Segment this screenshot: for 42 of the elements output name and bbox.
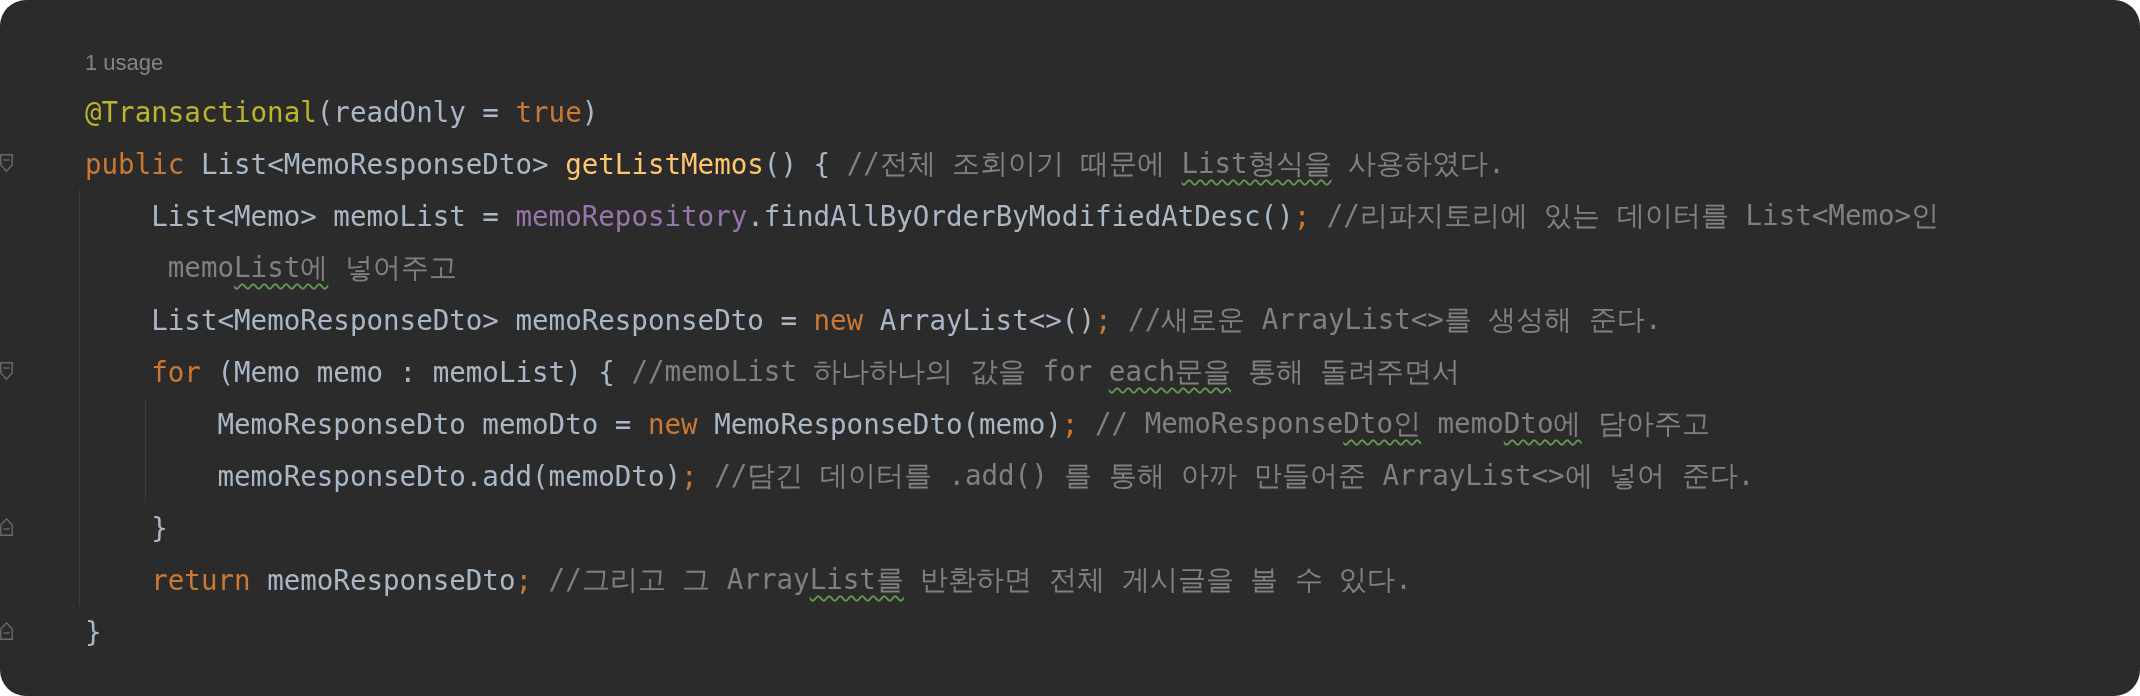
code-text: memoResponseDto <box>266 564 516 596</box>
code-comment: //새로운 ArrayList<>를 생성해 준다. <box>1127 302 1662 337</box>
usage-hint[interactable]: 1 usage <box>85 50 164 76</box>
code-text: .findAllByOrderByModifiedAtDesc() <box>747 200 1294 232</box>
keyword-text: return <box>151 564 251 596</box>
fold-marker-icon[interactable] <box>0 518 13 536</box>
code-text: (Memo memo : memoList) { <box>216 356 616 388</box>
keyword-text: for <box>151 356 201 388</box>
semicolon: ; <box>515 564 533 596</box>
code-comment: //전체 조회이기 때문에 List형식을 사용하였다. <box>846 146 1505 181</box>
annotation-text: @Transactional <box>85 96 317 128</box>
semicolon: ; <box>1061 408 1079 440</box>
semicolon: ; <box>1293 200 1311 232</box>
code-text: ) <box>581 96 599 128</box>
code-text: MemoResponseDto(memo) <box>713 408 1062 440</box>
code-text: MemoResponseDto memoDto = <box>217 408 633 440</box>
code-comment: //그리고 그 ArrayList를 반환하면 전체 게시글을 볼 수 있다. <box>547 562 1412 597</box>
keyword-text: new <box>647 408 698 440</box>
code-text: List<MemoResponseDto> <box>199 148 550 180</box>
code-comment: //담긴 데이터를 .add() 를 통해 아까 만들어준 ArrayList<>에 넣어 준다. <box>713 458 1755 493</box>
code-comment: //리파지토리에 있는 데이터를 List<Memo>인 <box>1325 198 1940 233</box>
semicolon: ; <box>1094 304 1112 336</box>
fold-marker-icon[interactable] <box>0 154 13 172</box>
code-text: List<Memo> memoList = <box>151 200 500 232</box>
fold-marker-icon[interactable] <box>0 622 13 640</box>
code-text: List<MemoResponseDto> memoResponseDto = <box>151 304 798 336</box>
code-text: memoResponseDto.add(memoDto) <box>217 460 682 492</box>
code-comment: //memoList 하나하나의 값을 for each문을 통해 돌려주면서 <box>631 354 1461 389</box>
code-text: } <box>151 512 168 544</box>
semicolon: ; <box>681 460 698 492</box>
keyword-text: true <box>515 96 582 128</box>
code-text: } <box>85 616 102 648</box>
code-text: ArrayList<>() <box>878 304 1095 336</box>
method-name: getListMemos <box>565 148 764 180</box>
field-name: memoRepository <box>515 200 748 232</box>
code-text: () { <box>763 148 832 180</box>
code-comment: memoList에 넣어주고 <box>167 250 457 285</box>
keyword-text: new <box>813 304 864 336</box>
keyword-text: public <box>85 148 185 180</box>
code-comment: // MemoResponseDto인 memoDto에 담아주고 <box>1093 406 1710 441</box>
code-text: (readOnly = <box>316 96 500 128</box>
fold-marker-icon[interactable] <box>0 362 13 380</box>
